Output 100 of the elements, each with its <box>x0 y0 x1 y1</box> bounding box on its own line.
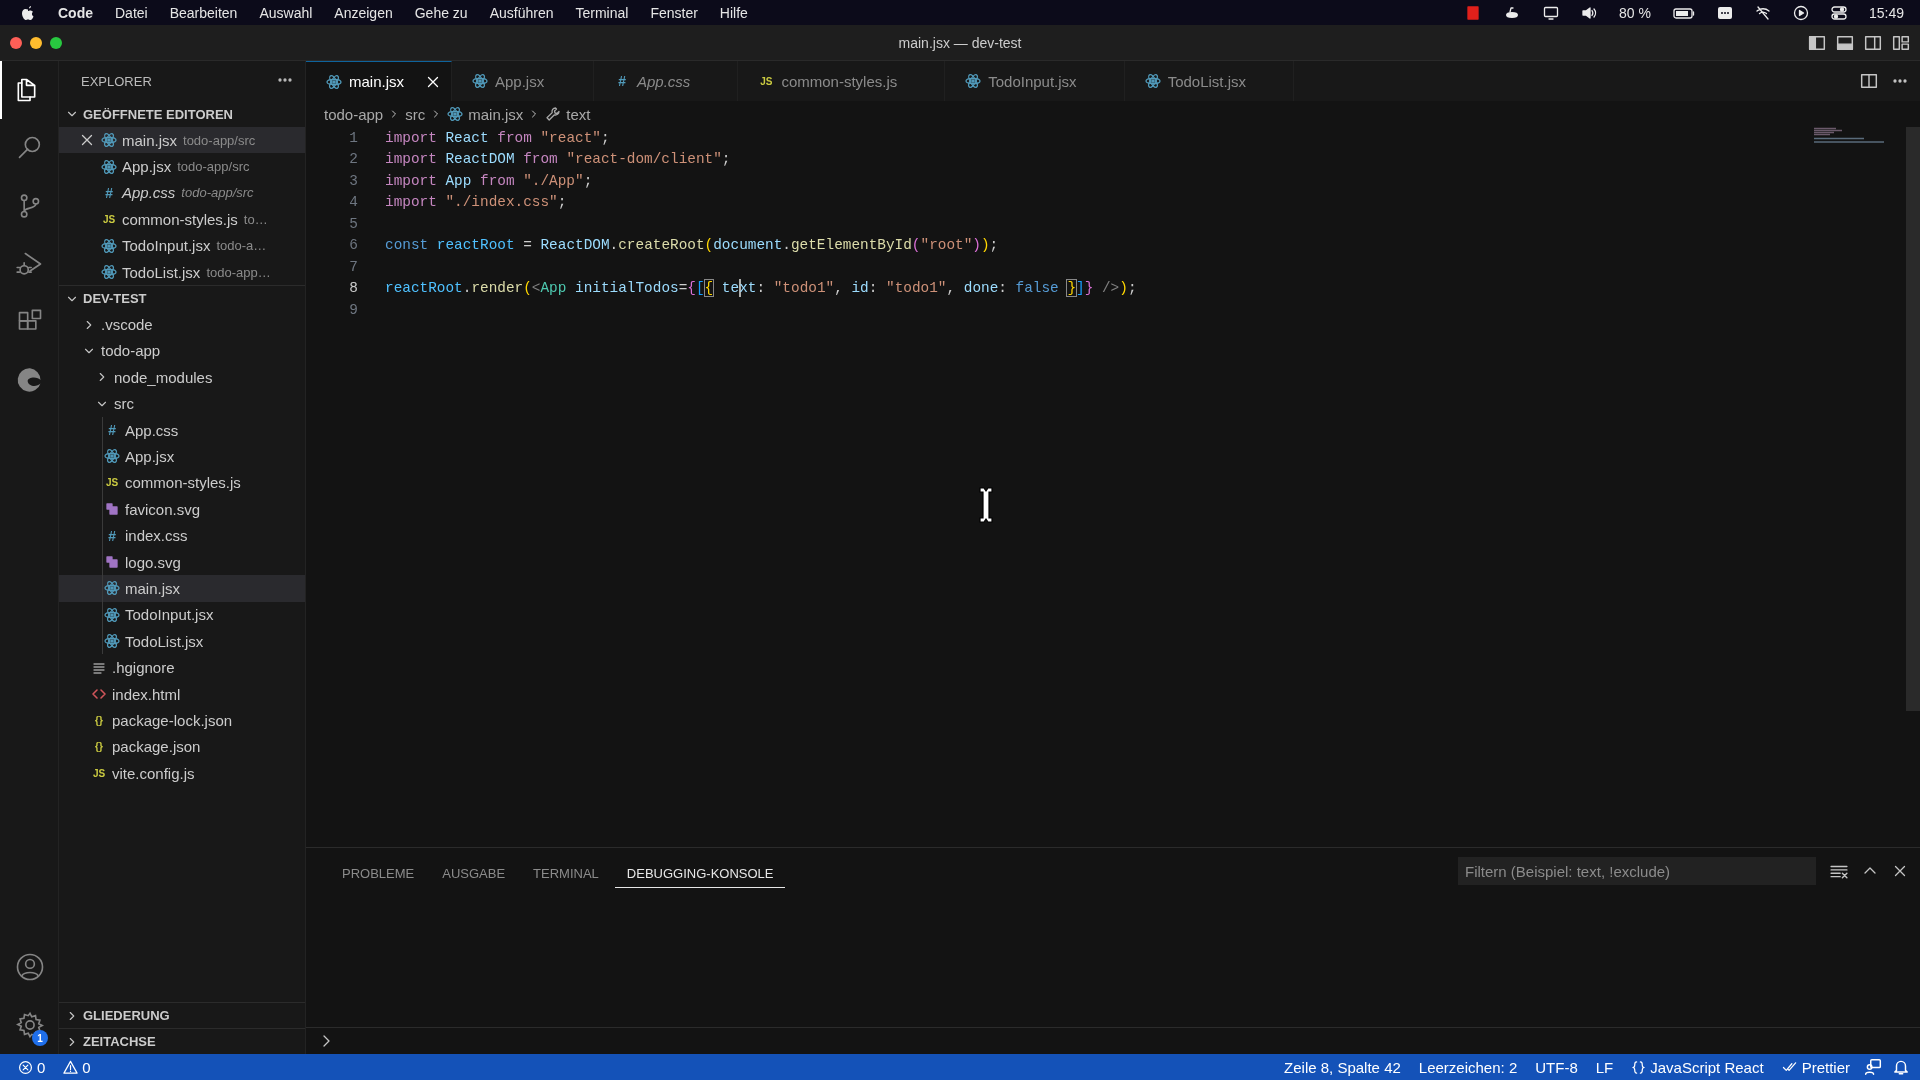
apple-icon <box>20 4 36 21</box>
folder-item[interactable]: src <box>59 390 305 417</box>
section-header[interactable]: GLIEDERUNG <box>59 1002 305 1028</box>
menu-item[interactable]: Auswahl <box>259 4 313 21</box>
code-line: import React from "react"; <box>385 129 610 146</box>
status-item[interactable]: JavaScript React <box>1627 1058 1768 1076</box>
breadcrumb-item[interactable]: todo-app <box>324 105 384 123</box>
section-header[interactable]: GEÖFFNETE EDITOREN <box>59 101 305 127</box>
status-item[interactable]: Prettier <box>1777 1058 1854 1076</box>
notification-badge: 1 <box>32 1030 48 1046</box>
menu-item[interactable]: Bearbeiten <box>169 4 238 21</box>
file-type-icon: # <box>104 422 120 439</box>
app-menu[interactable]: Code <box>58 4 93 21</box>
status-item[interactable]: Zeile 8, Spalte 42 <box>1280 1058 1405 1076</box>
open-editor-item[interactable]: # App.css todo-app/src <box>59 179 305 207</box>
file-item[interactable]: main.jsx <box>59 575 305 602</box>
folder-item[interactable]: .vscode <box>59 311 305 338</box>
file-type-icon: JS <box>104 477 120 489</box>
dots-box-icon[interactable] <box>1716 4 1733 21</box>
file-item[interactable]: {} package.json <box>59 733 305 760</box>
open-editor-item[interactable]: TodoInput.jsx todo-a… <box>59 232 305 259</box>
menu-item[interactable]: Anzeigen <box>334 4 393 21</box>
open-editor-item[interactable]: JS common-styles.js to… <box>59 206 305 233</box>
wifi-off-icon[interactable] <box>1754 4 1771 21</box>
file-item[interactable]: TodoInput.jsx <box>59 601 305 629</box>
clock: 15:49 <box>1868 4 1904 21</box>
display-icon[interactable] <box>1543 4 1560 21</box>
react-atom-icon <box>104 606 120 623</box>
react-atom-icon <box>101 264 117 281</box>
line-number: 6 <box>348 237 358 254</box>
editor-tab[interactable]: main.jsx <box>306 61 452 101</box>
file-item[interactable]: .hgignore <box>59 654 305 681</box>
breadcrumb-item[interactable]: main.jsx <box>447 105 524 123</box>
file-item[interactable]: favicon.svg <box>59 496 305 523</box>
braces-icon <box>1631 1059 1647 1075</box>
file-item[interactable]: index.html <box>59 680 305 708</box>
react-atom-icon <box>101 158 117 175</box>
text-cursor-icon <box>976 485 996 525</box>
split-editor-icon[interactable] <box>1860 72 1878 90</box>
file-item[interactable]: JS vite.config.js <box>59 760 305 787</box>
status-item[interactable]: LF <box>1591 1058 1618 1076</box>
warnings-status[interactable]: 0 <box>59 1058 95 1076</box>
errors-status[interactable]: 0 <box>14 1058 50 1076</box>
menu-item[interactable]: Fenster <box>650 4 698 21</box>
minimize-window-button[interactable] <box>30 36 42 49</box>
status-item[interactable]: UTF-8 <box>1531 1058 1582 1076</box>
zoom-window-button[interactable] <box>50 36 62 49</box>
filter-field[interactable]: Filtern (Beispiel: text, !exclude) <box>1458 857 1816 885</box>
panel-tab[interactable]: DEBUGGING-KONSOLE <box>614 854 786 888</box>
file-type-icon: # <box>104 527 120 544</box>
file-item[interactable]: {} package-lock.json <box>59 707 305 734</box>
line-number: 1 <box>348 129 358 146</box>
line-number: 7 <box>348 258 358 275</box>
react-atom-icon <box>472 73 488 89</box>
file-type-icon: JS <box>91 767 107 779</box>
react-atom-icon <box>447 106 464 122</box>
file-item[interactable]: logo.svg <box>59 548 305 576</box>
close-window-button[interactable] <box>10 36 22 49</box>
file-type-icon: {} <box>91 714 107 726</box>
folder-item[interactable]: todo-app <box>59 337 305 365</box>
line-number: 8 <box>348 280 358 297</box>
toggle-secondary-sidebar-icon[interactable] <box>1864 33 1882 52</box>
file-item[interactable]: # index.css <box>59 522 305 549</box>
folder-item[interactable]: node_modules <box>59 364 305 391</box>
menu-item[interactable]: Hilfe <box>719 4 748 21</box>
panel-tab[interactable]: TERMINAL <box>521 854 611 888</box>
play-icon[interactable] <box>1792 4 1809 21</box>
panel-tab[interactable]: AUSGABE <box>430 854 518 888</box>
react-atom-icon <box>101 237 117 254</box>
file-item[interactable]: # App.css <box>59 416 305 444</box>
line-number: 5 <box>348 215 358 232</box>
toggle-sidebar-icon[interactable] <box>1808 33 1826 52</box>
feedback-icon[interactable] <box>1864 1058 1882 1076</box>
breadcrumb-item[interactable]: text <box>545 105 591 123</box>
file-item[interactable]: App.jsx <box>59 443 305 470</box>
menu-item[interactable]: Datei <box>115 4 148 21</box>
open-editor-item[interactable]: main.jsx todo-app/src <box>59 127 305 154</box>
file-item[interactable]: JS common-styles.js <box>59 469 305 497</box>
customize-layout-icon[interactable] <box>1892 33 1910 52</box>
open-editor-item[interactable]: TodoList.jsx todo-app… <box>59 258 305 286</box>
image-file-icon <box>104 501 120 518</box>
menu-item[interactable]: Terminal <box>575 4 629 21</box>
react-atom-icon <box>965 73 982 89</box>
open-editor-item[interactable]: App.jsx todo-app/src <box>59 153 305 180</box>
file-type-icon: {} <box>91 741 107 753</box>
control-center-icon[interactable] <box>1830 4 1847 21</box>
line-number: 9 <box>348 301 358 318</box>
breadcrumb-item[interactable]: src <box>405 105 426 123</box>
code-line: const reactRoot = ReactDOM.createRoot(document.getElementById("root")); <box>385 237 999 254</box>
status-item[interactable]: Leerzeichen: 2 <box>1414 1058 1522 1076</box>
menu-item[interactable]: Gehe zu <box>414 4 468 21</box>
file-item[interactable]: TodoList.jsx <box>59 628 305 655</box>
toggle-panel-icon[interactable] <box>1836 33 1854 52</box>
bell-icon[interactable] <box>1892 1058 1910 1076</box>
close-icon[interactable] <box>1892 863 1908 879</box>
angle-brackets-icon <box>91 686 107 702</box>
window-title: main.jsx — dev-test <box>898 34 1022 51</box>
menu-item[interactable]: Ausführen <box>489 4 554 21</box>
panel-tab[interactable]: PROBLEME <box>330 854 427 888</box>
section-header[interactable]: DEV-TEST <box>59 285 305 312</box>
